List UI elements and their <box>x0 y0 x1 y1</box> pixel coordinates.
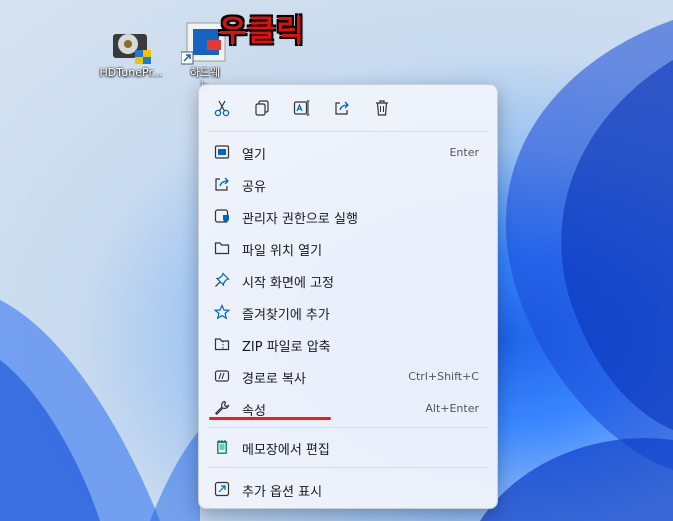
menu-item-label: 추가 옵션 표시 <box>242 485 323 500</box>
cut-button[interactable] <box>211 97 233 119</box>
menu-separator <box>207 427 489 428</box>
copy-icon <box>255 100 269 116</box>
cut-icon <box>214 100 230 117</box>
copy-path-icon <box>214 368 230 384</box>
admin-shield-icon <box>214 208 230 224</box>
share-button[interactable] <box>331 97 353 119</box>
menu-item-label: ZIP 파일로 압축 <box>242 340 331 355</box>
star-icon <box>214 304 230 320</box>
desktop-icon-hdtune[interactable]: HDTunePr... <box>91 20 171 79</box>
menu-item-label: 시작 화면에 고정 <box>242 276 334 291</box>
menu-item-label: 경로로 복사 <box>242 372 306 387</box>
folder-icon <box>214 240 230 256</box>
notepad-icon <box>214 439 230 455</box>
zip-folder-icon <box>214 336 230 352</box>
context-menu: 열기 Enter 공유 관리자 권한으로 실행 파일 위치 열기 시작 화면에 … <box>198 84 498 509</box>
rename-button[interactable] <box>291 97 313 119</box>
menu-item-copy-as-path[interactable]: 경로로 복사 Ctrl+Shift+C <box>203 361 493 391</box>
context-menu-toolbar <box>199 85 497 131</box>
menu-item-shortcut: Alt+Enter <box>425 402 479 415</box>
menu-separator <box>207 131 489 132</box>
menu-item-edit-in-notepad[interactable]: 메모장에서 편집 <box>203 432 493 462</box>
copy-button[interactable] <box>251 97 273 119</box>
menu-item-shortcut: Enter <box>449 146 479 159</box>
menu-item-run-as-admin[interactable]: 관리자 권한으로 실행 <box>203 201 493 231</box>
desktop-icon-label: HDTunePr... <box>99 66 163 79</box>
menu-item-label: 파일 위치 열기 <box>242 244 323 259</box>
menu-item-open-file-location[interactable]: 파일 위치 열기 <box>203 233 493 263</box>
desktop-icon-label: 하드웨 <box>189 66 221 79</box>
rename-icon <box>293 100 310 116</box>
menu-item-label: 메모장에서 편집 <box>242 443 330 458</box>
menu-item-label: 열기 <box>242 148 266 163</box>
menu-item-share[interactable]: 공유 <box>203 169 493 199</box>
menu-item-shortcut: Ctrl+Shift+C <box>408 370 479 383</box>
menu-item-compress-zip[interactable]: ZIP 파일로 압축 <box>203 329 493 359</box>
wrench-icon <box>214 400 230 416</box>
delete-icon <box>376 100 388 116</box>
menu-item-show-more-options[interactable]: 추가 옵션 표시 <box>203 474 493 504</box>
right-click-annotation: 우클릭 <box>219 14 305 49</box>
share-icon <box>335 101 349 115</box>
pin-icon <box>214 272 230 288</box>
menu-item-add-to-favorites[interactable]: 즐겨찾기에 추가 <box>203 297 493 327</box>
highlight-underline <box>209 417 331 420</box>
menu-separator <box>207 467 489 468</box>
open-icon <box>214 144 230 160</box>
share-icon <box>214 176 230 192</box>
more-options-icon <box>214 481 230 497</box>
menu-item-pin-to-start[interactable]: 시작 화면에 고정 <box>203 265 493 295</box>
menu-item-label: 관리자 권한으로 실행 <box>242 212 358 227</box>
menu-item-open[interactable]: 열기 Enter <box>203 137 493 167</box>
menu-item-label: 공유 <box>242 180 266 195</box>
delete-button[interactable] <box>371 97 393 119</box>
menu-item-label: 즐겨찾기에 추가 <box>242 308 330 323</box>
hdtune-app-icon <box>113 34 151 64</box>
